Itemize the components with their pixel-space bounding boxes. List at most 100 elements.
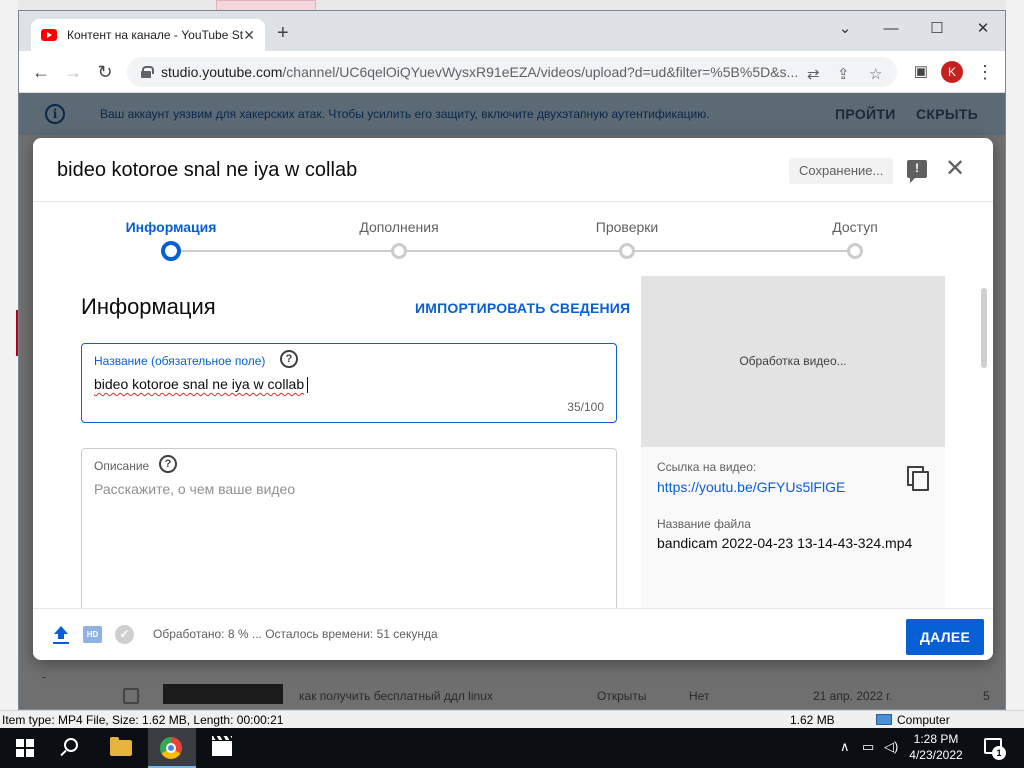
close-window-button[interactable]: ✕ [971,17,995,41]
video-title[interactable]: как получить бесплатный ддл linux [299,689,493,703]
item-size: 1.62 MB [790,713,835,727]
share-icon[interactable]: ⇪ [837,65,850,83]
step-info[interactable]: Информация [126,219,217,235]
visibility-value[interactable]: Открыты [597,689,647,703]
hide-button[interactable]: СКРЫТЬ [916,106,978,122]
step-dot-info[interactable] [161,241,181,261]
date-value: 21 апр. 2022 г. [813,689,893,703]
section-title: Информация [81,294,216,319]
upload-icon-base [53,642,69,644]
table-row: как получить бесплатный ддл linux Открыт… [19,678,1005,709]
upload-stepper: Информация Дополнения Проверки Доступ [33,202,993,272]
video-link[interactable]: https://youtu.be/GFYUs5lFlGE [657,479,845,495]
dialog-title: bideo kotoroe snal ne iya w collab [57,159,358,181]
volume-icon[interactable]: ◁) [884,739,898,755]
upload-dialog: bideo kotoroe snal ne iya w collab Сохра… [33,138,993,660]
step-extras[interactable]: Дополнения [359,219,438,235]
chrome-taskbar-item[interactable] [148,728,196,768]
banner-text: Ваш аккаунт уязвим для хакерских атак. Ч… [100,107,710,121]
computer-icon [876,714,892,725]
browser-tab[interactable]: Контент на канале - YouTube Studio ✕ [31,19,265,51]
maximize-button[interactable]: ☐ [925,17,949,41]
translate-icon[interactable]: ⇄ [807,65,820,83]
notification-count: 1 [992,746,1006,760]
minimize-button[interactable]: — [879,17,903,41]
youtube-icon [41,29,57,41]
next-button[interactable]: ДАЛЕЕ [906,619,984,655]
folder-icon [110,737,132,756]
feedback-icon[interactable]: ! [907,160,927,183]
video-preview: Обработка видео... [641,276,945,447]
side-panel-icon[interactable]: ▣ [909,60,933,84]
clapperboard-icon [212,736,232,756]
description-field[interactable]: Описание ? Расскажите, о чем ваше видео [81,448,617,612]
dialog-header: bideo kotoroe snal ne iya w collab Сохра… [33,138,993,202]
filename-label: Название файла [657,517,751,531]
profile-avatar[interactable]: K [941,61,963,83]
system-clock[interactable]: 1:28 PM 4/23/2022 [904,731,968,763]
video-link-label: Ссылка на видео: [657,460,757,474]
taskbar: ∧ ▭ ◁) 1:28 PM 4/23/2022 1 [0,728,1024,768]
check-icon: ✓ [115,625,134,644]
reload-button[interactable]: ↻ [93,60,117,84]
step-checks[interactable]: Проверки [596,219,658,235]
step-dot-extras[interactable] [391,243,407,259]
saving-status: Сохранение... [789,158,894,184]
import-details-button[interactable]: ИМПОРТИРОВАТЬ СВЕДЕНИЯ [415,300,630,316]
views-value: 5 [983,689,990,703]
title-char-count: 35/100 [567,400,604,414]
background-window-right [1006,0,1024,710]
stepper-line [171,250,855,252]
file-explorer-taskbar-item[interactable] [98,728,146,768]
item-info: Item type: MP4 File, Size: 1.62 MB, Leng… [2,713,284,727]
media-taskbar-item[interactable] [198,728,246,768]
close-dialog-icon[interactable]: ✕ [945,156,965,182]
tab-title: Контент на канале - YouTube Studio [67,28,243,42]
text-caret [307,377,309,394]
filename-value: bandicam 2022-04-23 13-14-43-324.mp4 [657,535,913,551]
row-checkbox[interactable] [123,688,139,704]
url-text[interactable]: studio.youtube.com/channel/UC6qelOiQYuev… [161,64,811,80]
description-placeholder: Расскажите, о чем ваше видео [94,481,296,497]
hd-icon: HD [83,626,102,643]
chevron-down-icon[interactable]: ⌄ [833,17,857,41]
step-access[interactable]: Доступ [832,219,878,235]
new-tab-button[interactable]: + [277,23,289,43]
title-field[interactable]: Название (обязательное поле) ? bideo kot… [81,343,617,423]
chevron-up-icon[interactable]: ∧ [840,739,850,755]
copy-icon[interactable] [907,466,929,491]
tab-bar: Контент на канале - YouTube Studio ✕ + ⌄… [19,11,1005,51]
processing-status: Обработано: 8 % ... Осталось времени: 51… [153,627,438,641]
processing-text: Обработка видео... [739,354,847,368]
chrome-icon [160,737,182,759]
description-field-label: Описание [94,459,150,473]
menu-icon[interactable]: ⋮ [973,60,997,84]
address-bar[interactable]: studio.youtube.com/channel/UC6qelOiQYuev… [127,57,897,87]
forward-button[interactable]: → [61,60,85,84]
close-tab-icon[interactable]: ✕ [243,27,255,44]
title-input-value[interactable]: bideo kotoroe snal ne iya w collab [94,376,309,394]
page-content: i Ваш аккаунт уязвим для хакерских атак.… [19,93,1005,709]
back-button[interactable]: ← [29,60,53,84]
dialog-scrollbar[interactable] [981,288,987,368]
help-icon[interactable]: ? [280,350,298,368]
dialog-footer: HD ✓ Обработано: 8 % ... Осталось времен… [33,608,993,660]
explorer-status-bar: Item type: MP4 File, Size: 1.62 MB, Leng… [0,710,1024,728]
search-icon[interactable] [64,738,78,752]
info-icon: i [45,104,65,124]
windows-start-icon[interactable] [16,739,34,757]
step-dot-checks[interactable] [619,243,635,259]
network-icon[interactable]: ▭ [862,739,874,755]
video-thumbnail[interactable] [163,684,283,704]
title-field-label: Название (обязательное поле) [94,354,266,368]
step-dot-access[interactable] [847,243,863,259]
clock-date: 4/23/2022 [909,748,963,762]
browser-window: Контент на канале - YouTube Studio ✕ + ⌄… [18,10,1006,710]
security-banner: i Ваш аккаунт уязвим для хакерских атак.… [19,93,1005,135]
restrictions-value: Нет [689,689,710,703]
bookmark-star-icon[interactable]: ☆ [869,65,882,83]
help-icon[interactable]: ? [159,455,177,473]
lock-icon[interactable] [141,66,154,78]
address-row: ← → ↻ studio.youtube.com/channel/UC6qelO… [19,51,1005,93]
go-button[interactable]: ПРОЙТИ [835,106,896,122]
